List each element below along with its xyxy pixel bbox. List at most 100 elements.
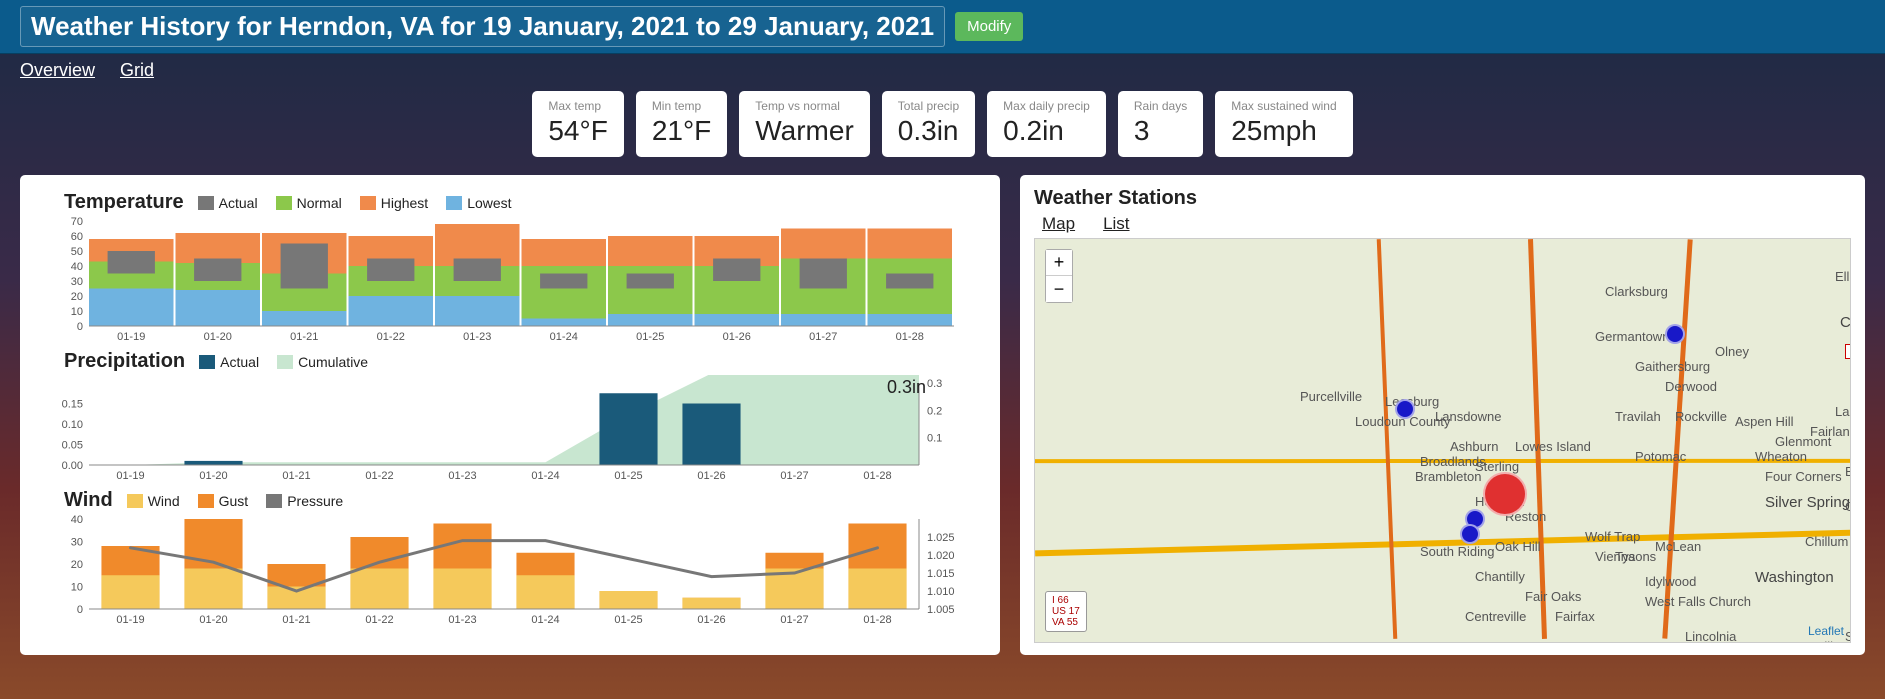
zoom-out-button[interactable]: − [1046,276,1072,302]
stat-card: Max daily precip 0.2in [987,91,1106,157]
map-tab-map[interactable]: Map [1042,214,1075,234]
legend-item[interactable]: Highest [360,195,428,211]
precip-chart[interactable]: 0.3in 0.000.050.100.150.10.20.301-1901-2… [34,375,986,485]
map-place-label: Oak Hill [1495,539,1541,554]
svg-text:30: 30 [71,276,83,288]
temperature-chart[interactable]: 01020304050607001-1901-2001-2101-2201-23… [34,216,986,346]
legend-item[interactable]: Actual [199,354,259,370]
legend-item[interactable]: Wind [127,493,180,509]
map-place-label: Vienna [1595,549,1635,564]
weather-station-marker[interactable] [1665,324,1685,344]
map-place-label: Brambleton [1415,469,1481,484]
map-place-label: Columbia [1840,314,1851,331]
map-place-label: Ashburn [1450,439,1498,454]
stat-card: Rain days 3 [1118,91,1203,157]
map-place-label: Germantown [1595,329,1669,344]
svg-text:01-22: 01-22 [365,470,393,482]
svg-text:20: 20 [71,559,83,571]
map-tabs: Map List [1042,214,1851,234]
map-place-label: West Falls Church [1645,594,1751,609]
svg-text:01-20: 01-20 [199,614,227,626]
svg-text:01-24: 01-24 [531,614,559,626]
map-place-label: Fairfax [1555,609,1595,624]
stat-value: 0.3in [898,115,959,147]
map-place-label: Ellicott City [1835,269,1851,284]
tab-grid[interactable]: Grid [120,60,154,81]
stat-value: 0.2in [1003,115,1090,147]
weather-station-marker[interactable] [1483,472,1527,516]
legend-item[interactable]: Gust [198,493,249,509]
map-place-label: Glenmont [1775,434,1831,449]
svg-text:10: 10 [71,306,83,318]
legend-item[interactable]: Lowest [446,195,511,211]
map-place-label: Sterling [1475,459,1519,474]
charts-panel: Temperature ActualNormalHighestLowest 01… [20,175,1000,655]
map-place-label: South Riding [1420,544,1494,559]
svg-text:1.020: 1.020 [927,550,955,562]
svg-text:01-22: 01-22 [365,614,393,626]
svg-text:01-22: 01-22 [377,331,405,343]
svg-text:01-25: 01-25 [614,470,642,482]
legend-item[interactable]: Normal [276,195,342,211]
stat-card: Total precip 0.3in [882,91,975,157]
stat-card: Temp vs normal Warmer [739,91,870,157]
stat-value: Warmer [755,115,854,147]
stat-value: 3 [1134,115,1187,147]
map-place-label: Tysons [1615,549,1656,564]
svg-text:01-25: 01-25 [614,614,642,626]
precip-total-label: 0.3in [887,377,926,398]
map-place-label: Broadlands [1420,454,1486,469]
svg-text:1.025: 1.025 [927,532,955,544]
legend-item[interactable]: Cumulative [277,354,368,370]
weather-station-marker[interactable] [1395,399,1415,419]
map-place-label: Lansdowne [1435,409,1502,424]
wind-chart[interactable]: 0102030401.0051.0101.0151.0201.02501-190… [34,514,986,629]
svg-text:0.10: 0.10 [62,419,83,431]
map-place-label: McLean [1655,539,1701,554]
precip-header: Precipitation Actual Cumulative [64,350,986,373]
map-place-label: Centreville [1465,609,1526,624]
map-attribution[interactable]: Leaflet [1808,624,1844,638]
map-place-label: Derwood [1665,379,1717,394]
stat-label: Max daily precip [1003,99,1090,113]
stat-card: Max temp 54°F [532,91,623,157]
map-place-label: Gaithersburg [1635,359,1710,374]
map-place-label: Washington [1755,569,1834,586]
modify-button[interactable]: Modify [955,12,1023,41]
svg-text:01-26: 01-26 [697,614,725,626]
tab-overview[interactable]: Overview [20,60,95,81]
map-place-label: Wheaton [1755,449,1807,464]
stat-label: Max sustained wind [1231,99,1336,113]
weather-station-marker[interactable] [1460,524,1480,544]
svg-text:0: 0 [77,321,83,333]
svg-text:01-27: 01-27 [780,470,808,482]
map-place-label: Laurel [1835,404,1851,419]
svg-text:01-26: 01-26 [723,331,751,343]
stat-label: Rain days [1134,99,1187,113]
svg-text:0: 0 [77,604,83,616]
svg-text:01-24: 01-24 [550,331,578,343]
zoom-in-button[interactable]: + [1046,250,1072,276]
svg-text:10: 10 [71,582,83,594]
stat-value: 25mph [1231,115,1336,147]
stations-map[interactable]: + − I 66US 17VA 55 Leaflet ClarksburgGer… [1034,238,1851,643]
svg-text:01-19: 01-19 [117,331,145,343]
svg-text:01-26: 01-26 [697,470,725,482]
map-tab-list[interactable]: List [1103,214,1129,234]
svg-text:01-27: 01-27 [780,614,808,626]
stat-label: Total precip [898,99,959,113]
svg-text:01-23: 01-23 [448,470,476,482]
wind-title: Wind [64,489,113,512]
map-place-label: Purcellville [1300,389,1362,404]
svg-text:01-21: 01-21 [282,614,310,626]
svg-text:1.005: 1.005 [927,604,955,616]
svg-text:0.15: 0.15 [62,399,83,411]
map-place-label: Suitland [1845,629,1851,643]
svg-text:01-20: 01-20 [199,470,227,482]
precip-title: Precipitation [64,350,185,373]
legend-item[interactable]: Pressure [266,493,343,509]
svg-text:01-28: 01-28 [863,470,891,482]
legend-item[interactable]: Actual [198,195,258,211]
svg-text:01-25: 01-25 [636,331,664,343]
svg-text:70: 70 [71,216,83,228]
